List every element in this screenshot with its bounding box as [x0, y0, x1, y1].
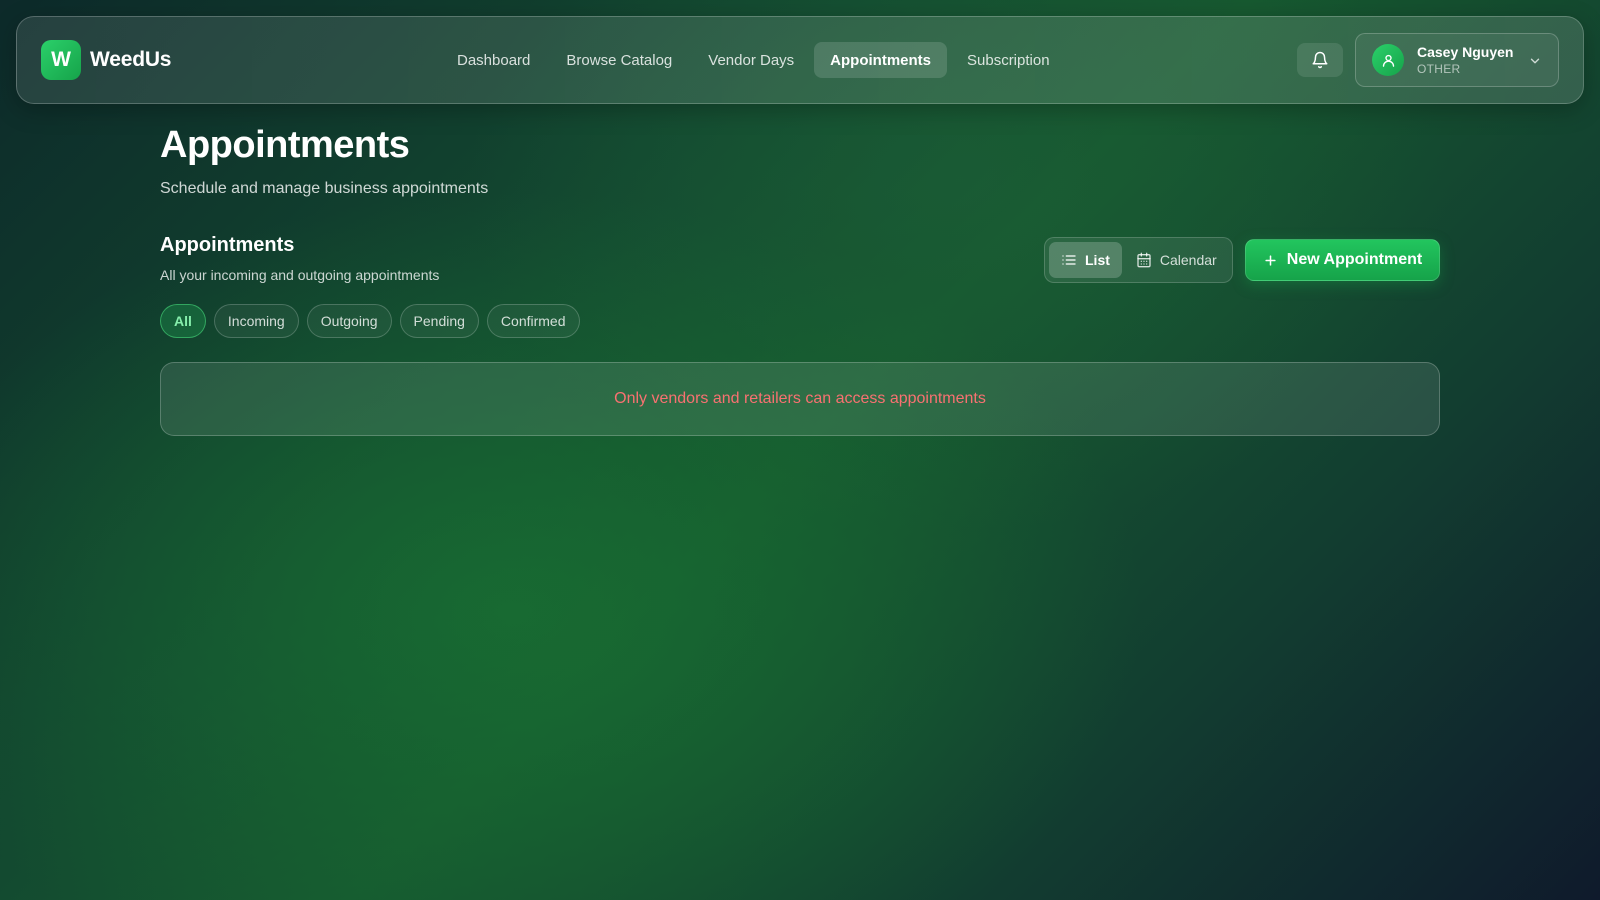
new-appointment-label: New Appointment [1286, 251, 1423, 268]
nav-item-browse-catalog[interactable]: Browse Catalog [550, 42, 688, 78]
brand-logo: W [41, 40, 81, 80]
new-appointment-button[interactable]: New Appointment [1245, 239, 1440, 281]
list-icon [1062, 255, 1076, 265]
user-menu-button[interactable]: Casey Nguyen OTHER [1355, 33, 1559, 87]
user-role: OTHER [1417, 61, 1461, 76]
top-navbar: W WeedUs Dashboard Browse Catalog Vendor… [16, 16, 1584, 104]
section-subtitle: All your incoming and outgoing appointme… [160, 267, 440, 283]
user-info: Casey Nguyen OTHER [1417, 44, 1513, 77]
list-view-button[interactable]: List [1049, 242, 1122, 278]
access-notice-card: Only vendors and retailers can access ap… [160, 362, 1440, 436]
access-notice-message: Only vendors and retailers can access ap… [614, 390, 986, 407]
filter-chip-pending[interactable]: Pending [399, 304, 479, 338]
page-subtitle: Schedule and manage business appointment… [160, 180, 489, 197]
calendar-view-label: Calendar [1159, 252, 1217, 268]
brand-name: WeedUs [90, 48, 172, 71]
avatar [1372, 44, 1404, 76]
calendar-icon [1137, 252, 1151, 268]
nav-item-subscription[interactable]: Subscription [951, 42, 1066, 78]
nav-item-appointments[interactable]: Appointments [814, 42, 947, 78]
user-name: Casey Nguyen [1417, 43, 1514, 60]
nav-item-dashboard[interactable]: Dashboard [441, 42, 546, 78]
plus-icon [1265, 254, 1276, 266]
view-toggle: List Calendar [1044, 237, 1233, 283]
filter-chip-all[interactable]: All [160, 304, 206, 338]
user-icon [1382, 54, 1394, 67]
chevron-down-icon [1530, 58, 1540, 64]
section-title: Appointments [160, 234, 295, 256]
notifications-button[interactable] [1297, 43, 1343, 77]
bell-icon [1312, 51, 1328, 69]
list-view-label: List [1085, 252, 1110, 268]
page-title: Appointments [160, 124, 410, 166]
filter-chips: All Incoming Outgoing Pending Confirmed [160, 304, 580, 338]
filter-chip-confirmed[interactable]: Confirmed [486, 304, 580, 338]
filter-chip-incoming[interactable]: Incoming [213, 304, 299, 338]
main-nav: Dashboard Browse Catalog Vendor Days App… [441, 42, 1066, 78]
calendar-view-button[interactable]: Calendar [1124, 242, 1229, 278]
nav-item-vendor-days[interactable]: Vendor Days [692, 42, 810, 78]
filter-chip-outgoing[interactable]: Outgoing [306, 304, 392, 338]
brand[interactable]: W WeedUs [41, 40, 171, 80]
